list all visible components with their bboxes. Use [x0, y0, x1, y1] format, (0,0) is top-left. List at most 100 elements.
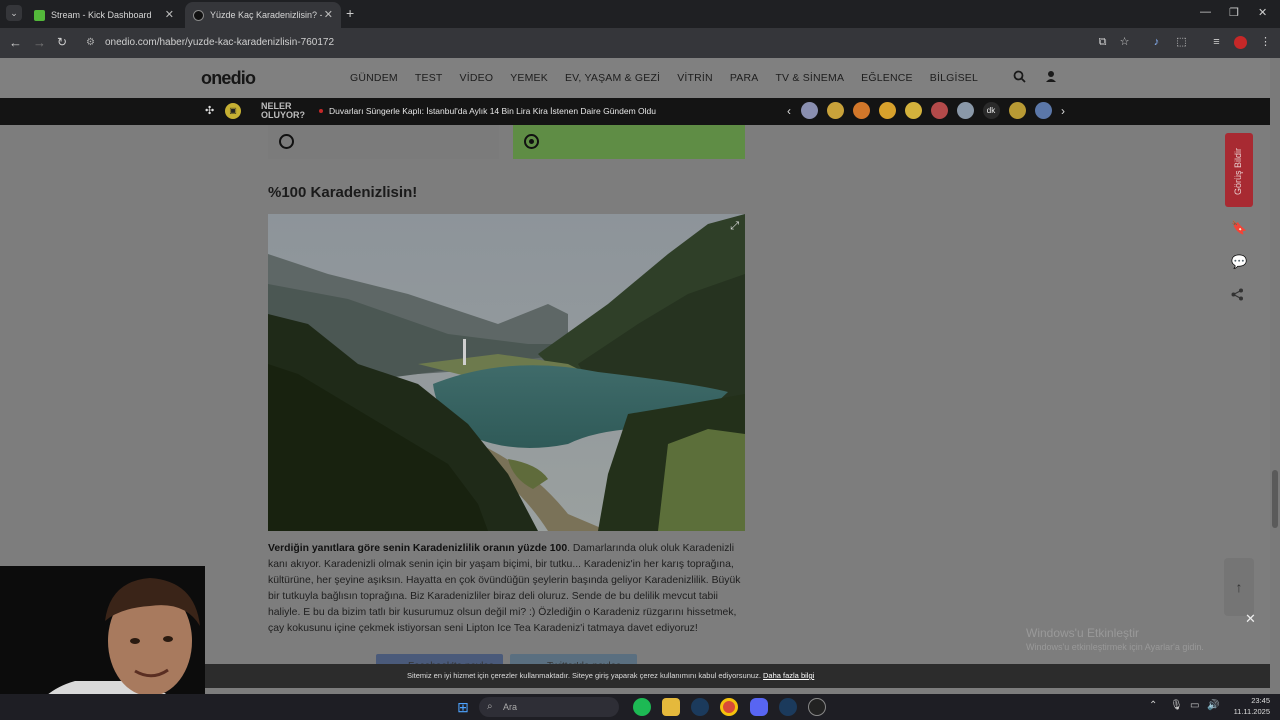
discord-icon[interactable]: [750, 698, 768, 716]
radio-unselected-icon: [279, 134, 294, 149]
restore-icon[interactable]: ❐: [1229, 6, 1239, 19]
categories-grid-icon[interactable]: ✣: [205, 104, 214, 117]
address-bar[interactable]: ⚙ onedio.com/haber/yuzde-kac-karadenizli…: [80, 32, 1090, 54]
nav-test[interactable]: TEST: [415, 72, 443, 84]
reaction-emoji-icon[interactable]: [904, 102, 922, 119]
reaction-emoji-icon[interactable]: [1008, 102, 1026, 119]
nav-vitrin[interactable]: VİTRİN: [677, 72, 713, 84]
onedio-logo[interactable]: onedio: [201, 68, 256, 89]
result-title: %100 Karadenizlisin!: [268, 184, 418, 201]
reaction-emoji-icon[interactable]: [826, 102, 844, 119]
minimize-icon[interactable]: —: [1200, 6, 1211, 18]
reaction-emoji-icon[interactable]: [1034, 102, 1052, 119]
browser-tab-strip: ⌄ Stream - Kick Dashboard ✕ Yüzde Kaç Ka…: [0, 0, 1280, 28]
nav-ev-yasam-gezi[interactable]: EV, YAŞAM & GEZİ: [565, 72, 660, 84]
reload-icon[interactable]: ↻: [57, 35, 67, 49]
tray-overflow-icon[interactable]: ⌃: [1149, 700, 1157, 711]
comments-icon[interactable]: 💬: [1231, 254, 1247, 270]
tab-onedio[interactable]: Yüzde Kaç Karadenizlisin? - Onedio ✕: [185, 2, 341, 28]
back-icon[interactable]: ←: [9, 35, 22, 50]
page-scrollbar[interactable]: [1270, 58, 1280, 694]
feedback-tab[interactable]: Görüş Bildir: [1225, 133, 1253, 207]
microphone-icon[interactable]: 🎙: [1170, 700, 1183, 711]
onedio-favicon-icon: [193, 9, 204, 21]
network-icon[interactable]: ▭: [1190, 700, 1199, 711]
chevron-right-icon[interactable]: ›: [1056, 104, 1070, 118]
neler-oluyor-label: NELER OLUYOR?: [261, 101, 305, 120]
site-info-icon[interactable]: ⚙: [86, 32, 95, 54]
browser-menu-icon[interactable]: ⋮: [1259, 36, 1272, 49]
nav-bilgisel[interactable]: BİLGİSEL: [930, 72, 978, 84]
page-scrollbar-thumb[interactable]: [1272, 470, 1278, 528]
windows-start-icon[interactable]: ⊞: [454, 698, 472, 716]
close-tab-icon[interactable]: ✕: [324, 8, 333, 21]
browser-toolbar: ← → ↻ ⚙ onedio.com/haber/yuzde-kac-karad…: [0, 28, 1280, 58]
radio-selected-icon: [524, 134, 539, 149]
spotify-icon[interactable]: [633, 698, 651, 716]
profile-avatar[interactable]: [1234, 36, 1247, 49]
scroll-to-top-button[interactable]: ↑: [1224, 558, 1254, 616]
live-dot: [319, 109, 323, 113]
share-icon[interactable]: [1231, 288, 1244, 304]
taskbar-search[interactable]: ⌕ Ara: [479, 697, 619, 717]
reaction-emoji-icon[interactable]: [956, 102, 974, 119]
new-tab-button[interactable]: +: [346, 5, 354, 21]
cookie-more-info-link[interactable]: Daha fazla bilgi: [763, 671, 814, 680]
forward-icon[interactable]: →: [33, 35, 46, 50]
expand-image-icon[interactable]: ⤢: [730, 220, 739, 233]
ticker-headline[interactable]: Duvarları Süngerle Kaplı: İstanbul'da Ay…: [329, 106, 656, 116]
extensions-icon[interactable]: ⬚: [1175, 36, 1188, 49]
media-control-icon[interactable]: ≡: [1210, 36, 1223, 49]
user-account-icon[interactable]: [1045, 70, 1057, 86]
reaction-emoji-icon[interactable]: [930, 102, 948, 119]
kick-favicon-icon: [34, 9, 45, 21]
tab-title: Stream - Kick Dashboard: [51, 10, 152, 20]
reaction-emoji-icon[interactable]: [878, 102, 896, 119]
nav-gundem[interactable]: GÜNDEM: [350, 72, 398, 84]
nav-yemek[interactable]: YEMEK: [510, 72, 548, 84]
bookmark-star-icon[interactable]: ☆: [1118, 36, 1131, 49]
news-tv-icon[interactable]: ▣: [225, 103, 241, 119]
quiz-answer-option-selected[interactable]: [513, 125, 745, 159]
close-tab-icon[interactable]: ✕: [165, 8, 174, 21]
steam-icon[interactable]: [691, 698, 709, 716]
result-bold-text: Verdiğin yanıtlara göre senin Karadenizl…: [268, 543, 568, 554]
app-icon[interactable]: [808, 698, 826, 716]
reaction-emoji-icon[interactable]: [800, 102, 818, 119]
nav-video[interactable]: VİDEO: [460, 72, 494, 84]
feedback-label: Görüş Bildir: [1233, 147, 1243, 195]
reaction-emoji-row: ‹ dk ›: [782, 102, 1070, 119]
volume-icon[interactable]: 🔊: [1207, 700, 1219, 711]
chevron-left-icon[interactable]: ‹: [782, 104, 796, 118]
reaction-emoji-icon[interactable]: [852, 102, 870, 119]
search-icon[interactable]: [1013, 70, 1026, 86]
main-navigation: GÜNDEM TEST VİDEO YEMEK EV, YAŞAM & GEZİ…: [350, 72, 995, 84]
cookie-consent-bar: Sitemiz en iyi hizmet için çerezler kull…: [205, 664, 1270, 688]
nav-eglence[interactable]: EĞLENCE: [861, 72, 913, 84]
search-placeholder: Ara: [503, 702, 518, 712]
uzungol-landscape-photo: ⤢: [268, 214, 745, 531]
cookie-text: Sitemiz en iyi hizmet için çerezler kull…: [407, 671, 761, 680]
url-text: onedio.com/haber/yuzde-kac-karadenizlisi…: [105, 37, 335, 48]
nav-para[interactable]: PARA: [730, 72, 759, 84]
chrome-icon[interactable]: [720, 698, 738, 716]
window-close-icon[interactable]: ✕: [1258, 6, 1267, 19]
bookmark-icon[interactable]: 🔖: [1231, 220, 1247, 236]
windows-taskbar: ⊞ ⌕ Ara ⌃ 🎙 ▭ 🔊 23:45 11.11.2025: [0, 694, 1280, 720]
result-body-text: . Damarlarında oluk oluk Karadenizli kan…: [268, 543, 741, 634]
site-header: onedio GÜNDEM TEST VİDEO YEMEK EV, YAŞAM…: [0, 58, 1270, 98]
tab-search-button[interactable]: ⌄: [6, 5, 22, 21]
news-ticker-bar: ✣ ▣ NELER OLUYOR? Duvarları Süngerle Kap…: [0, 98, 1270, 125]
tab-kick-dashboard[interactable]: Stream - Kick Dashboard ✕: [26, 2, 182, 28]
steam-app-icon[interactable]: [779, 698, 797, 716]
file-explorer-icon[interactable]: [662, 698, 680, 716]
read-aloud-icon[interactable]: ♪: [1150, 36, 1163, 49]
install-app-icon[interactable]: ⧉: [1096, 36, 1109, 49]
tab-title: Yüzde Kaç Karadenizlisin? - Onedio: [210, 10, 322, 20]
taskbar-clock[interactable]: 23:45 11.11.2025: [1226, 695, 1270, 717]
quiz-answer-option[interactable]: [268, 125, 499, 159]
search-icon: ⌕: [487, 701, 493, 712]
cookie-close-icon[interactable]: ✕: [1245, 611, 1256, 627]
reaction-dk-icon[interactable]: dk: [982, 102, 1000, 119]
nav-tv-sinema[interactable]: TV & SİNEMA: [775, 72, 844, 84]
